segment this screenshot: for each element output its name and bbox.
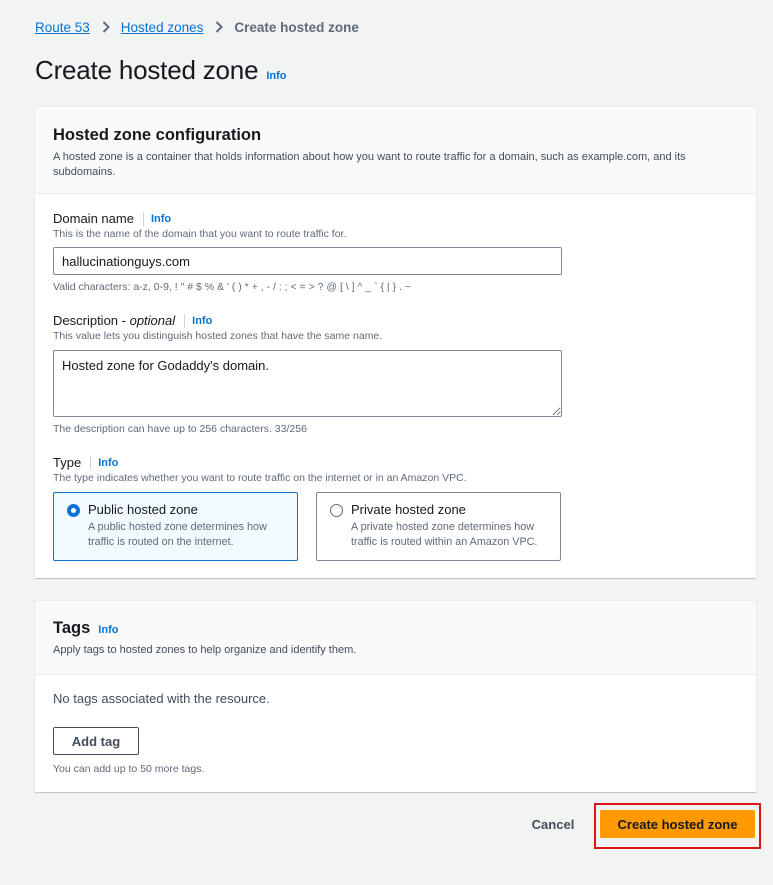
radio-selected-icon[interactable] [67,504,80,517]
breadcrumb-current: Create hosted zone [234,19,359,35]
optional-label: optional [129,313,176,328]
panel-title: Hosted zone configuration [53,126,262,144]
tags-limit-hint: You can add up to 50 more tags. [53,763,205,775]
description-label: Description [53,313,119,328]
no-tags-message: No tags associated with the resource. [53,691,270,706]
tile-title: Private hosted zone [351,502,466,517]
description-constraint: The description can have up to 256 chara… [53,423,307,435]
tile-description: traffic is routed within an Amazon VPC. [351,536,538,548]
chevron-right-icon [213,18,225,36]
tags-description: Apply tags to hosted zones to help organ… [53,644,357,656]
description-field: Description - optional Info This value l… [53,313,383,342]
domain-name-label: Domain name [53,211,134,226]
tile-description: A private hosted zone determines how [351,521,535,533]
type-field: Type Info The type indicates whether you… [53,455,467,484]
domain-name-constraint: Valid characters: a-z, 0-9, ! " # $ % & … [53,281,411,293]
public-hosted-zone-tile[interactable]: Public hosted zone A public hosted zone … [53,492,298,561]
radio-unselected-icon[interactable] [330,504,343,517]
breadcrumb: Route 53 Hosted zones Create hosted zone [35,18,359,36]
tile-title: Public hosted zone [88,502,198,517]
panel-description: A hosted zone is a container that holds … [53,151,686,178]
page-info-link[interactable]: Info [266,70,286,82]
domain-name-info-link[interactable]: Info [151,213,171,225]
breadcrumb-route53-link[interactable]: Route 53 [35,20,90,35]
domain-name-hint: This is the name of the domain that you … [53,228,347,240]
type-label: Type [53,455,82,470]
add-tag-button[interactable]: Add tag [53,727,139,755]
divider [90,455,92,470]
description-hint: This value lets you distinguish hosted z… [53,330,383,342]
tags-panel: Tags Info Apply tags to hosted zones to … [35,601,756,793]
create-hosted-zone-button[interactable]: Create hosted zone [600,810,755,838]
type-info-link[interactable]: Info [98,457,118,469]
domain-name-input[interactable] [53,247,562,275]
chevron-right-icon [100,18,112,36]
tags-info-link[interactable]: Info [98,624,118,636]
tile-description: A public hosted zone determines how [88,521,267,533]
panel-header: Tags Info Apply tags to hosted zones to … [35,601,756,675]
panel-header: Hosted zone configuration A hosted zone … [35,107,756,194]
tile-description: traffic is routed on the internet. [88,536,234,548]
page-title: Create hosted zone [35,55,259,85]
description-textarea[interactable]: Hosted zone for Godaddy's domain. [53,350,562,417]
private-hosted-zone-tile[interactable]: Private hosted zone A private hosted zon… [316,492,561,561]
type-hint: The type indicates whether you want to r… [53,472,467,484]
divider [142,211,144,226]
divider [184,313,186,328]
hosted-zone-configuration-panel: Hosted zone configuration A hosted zone … [35,107,756,579]
tags-title: Tags [53,619,91,637]
domain-name-field: Domain name Info This is the name of the… [53,211,346,240]
cancel-button[interactable]: Cancel [524,812,582,836]
description-info-link[interactable]: Info [192,315,212,327]
page-header: Create hosted zone Info [35,55,287,86]
breadcrumb-hosted-zones-link[interactable]: Hosted zones [121,20,204,35]
